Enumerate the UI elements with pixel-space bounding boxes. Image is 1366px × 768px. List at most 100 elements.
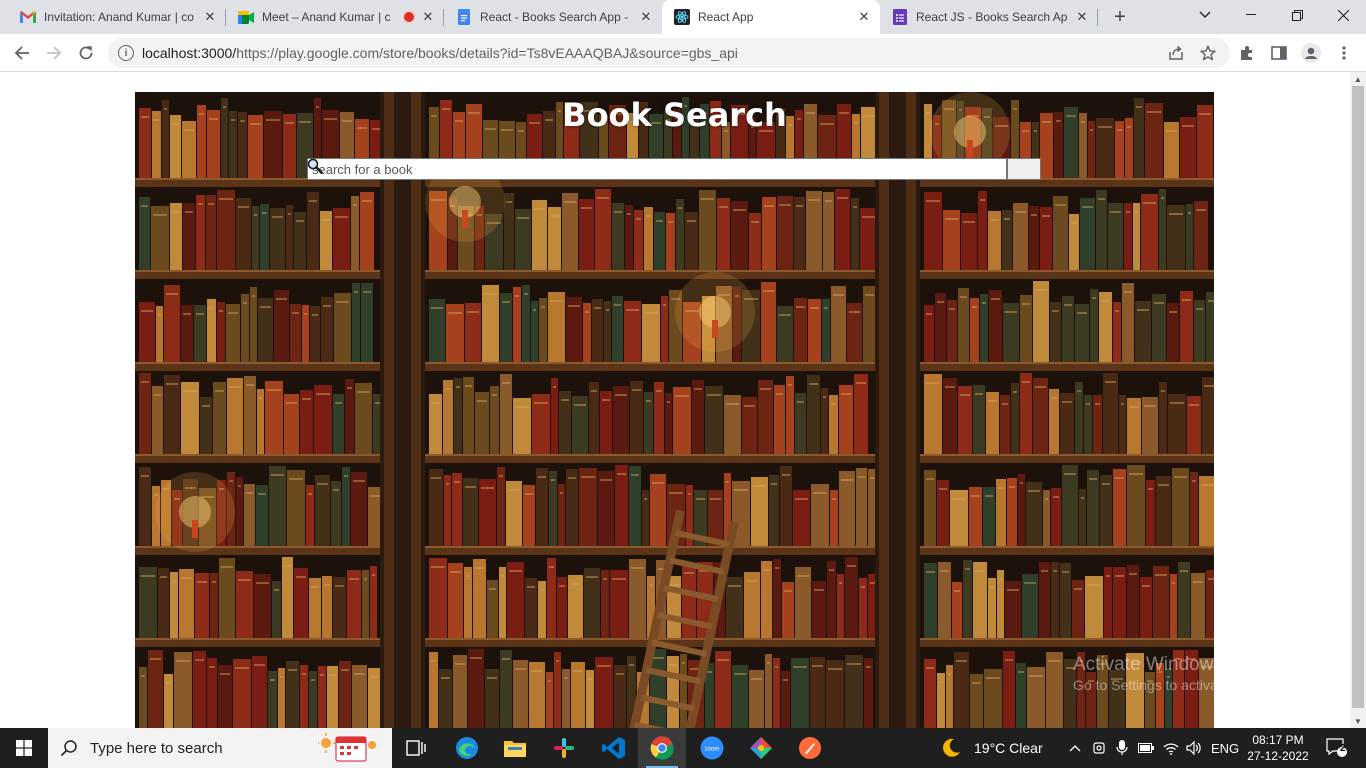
url-host: localhost:3000/ — [142, 45, 237, 61]
postman-icon — [799, 737, 821, 759]
weather-widget[interactable]: 19°C Clear — [940, 728, 1043, 768]
calendar-highlight-icon — [318, 733, 376, 762]
chevron-down-icon — [1199, 11, 1211, 18]
taskbar-edge[interactable] — [443, 728, 491, 768]
extensions-puzzle-icon[interactable] — [1237, 43, 1257, 63]
bookshelf-hero: Book Search — [135, 92, 1214, 728]
taskbar-vscode[interactable] — [590, 728, 638, 768]
close-icon — [1337, 9, 1349, 21]
page-viewport: Book Search Activate Windows Go to Setti… — [0, 72, 1350, 728]
search-icon — [60, 740, 77, 757]
tray-camera[interactable] — [1090, 728, 1108, 768]
search-input[interactable] — [307, 158, 1007, 180]
share-icon[interactable] — [1166, 43, 1186, 63]
back-button[interactable] — [8, 39, 36, 67]
taskbar-git-tool[interactable] — [737, 728, 785, 768]
close-icon[interactable]: ✕ — [420, 9, 436, 25]
profile-avatar-icon[interactable] — [1301, 43, 1321, 63]
tab-title: Meet – Anand Kumar | c — [262, 10, 391, 24]
zoom-icon: zoom — [700, 736, 724, 760]
scroll-up-arrow-icon[interactable]: ▲ — [1350, 72, 1366, 86]
task-view-icon — [406, 740, 426, 756]
taskbar-chrome[interactable] — [638, 728, 686, 768]
tab-meet[interactable]: Meet – Anand Kumar | c ✕ — [226, 0, 444, 34]
restore-button[interactable] — [1274, 0, 1320, 30]
side-panel-icon[interactable] — [1269, 43, 1289, 63]
page-scrollbar[interactable]: ▲ ▼ — [1350, 72, 1366, 728]
show-hidden-icons-button[interactable] — [1066, 728, 1084, 768]
tab-title: Invitation: Anand Kumar | co — [44, 10, 194, 24]
tab-gmail-invitation[interactable]: Invitation: Anand Kumar | co ✕ — [8, 0, 226, 34]
forms-icon — [892, 9, 908, 25]
tray-volume[interactable] — [1185, 728, 1203, 768]
taskbar-search-box[interactable]: Type here to search — [48, 728, 392, 768]
language-indicator[interactable]: ENG — [1211, 728, 1239, 768]
activate-windows-subtitle: Go to Settings to activate Windows. — [1073, 677, 1294, 693]
close-icon[interactable]: ✕ — [638, 9, 654, 25]
tab-forms[interactable]: React JS - Books Search App ✕ — [880, 0, 1098, 34]
minimize-button[interactable] — [1228, 0, 1274, 30]
task-view-button[interactable] — [392, 728, 440, 768]
clock-date: 27-12-2022 — [1247, 749, 1309, 763]
tab-strip: Invitation: Anand Kumar | co ✕ Meet – An… — [0, 0, 1366, 34]
windows-logo-icon — [16, 740, 32, 756]
browser-toolbar: i localhost:3000/https://play.google.com… — [0, 34, 1366, 72]
react-icon — [674, 9, 690, 25]
meet-icon — [238, 9, 254, 25]
tab-react-app[interactable]: React App ✕ — [662, 0, 880, 34]
clock-time: 08:17 PM — [1252, 733, 1304, 747]
tab-search-button[interactable] — [1182, 0, 1228, 30]
info-icon[interactable]: i — [118, 45, 134, 61]
scroll-down-arrow-icon[interactable]: ▼ — [1350, 714, 1366, 728]
tray-wifi[interactable] — [1162, 728, 1180, 768]
browser-menu-icon[interactable] — [1334, 43, 1354, 63]
camera-icon — [1093, 742, 1105, 754]
moon-icon — [943, 738, 960, 757]
weather-text: 19°C Clear — [974, 740, 1043, 756]
vscode-icon — [602, 737, 625, 759]
taskbar-file-explorer[interactable] — [491, 728, 539, 768]
chrome-icon — [650, 736, 674, 760]
arrow-left-icon — [14, 46, 29, 60]
close-icon[interactable]: ✕ — [1074, 9, 1090, 25]
slack-icon — [554, 738, 574, 758]
tab-title: React - Books Search App - C — [480, 10, 632, 24]
battery-icon — [1138, 743, 1154, 753]
close-icon[interactable]: ✕ — [202, 9, 218, 25]
bookmark-star-icon[interactable] — [1198, 43, 1218, 63]
activate-windows-title: Activate Windows — [1073, 654, 1223, 675]
recording-indicator-icon — [404, 12, 414, 22]
git-diamond-icon — [750, 737, 772, 759]
microphone-icon — [1116, 740, 1128, 755]
scrollbar-thumb[interactable] — [1352, 86, 1364, 708]
search-button[interactable] — [307, 158, 1041, 180]
search-form — [307, 158, 1041, 180]
tray-battery[interactable] — [1137, 728, 1155, 768]
notification-count: 2 — [1340, 743, 1346, 754]
bookshelf-background-image — [135, 92, 1214, 728]
edge-icon — [456, 737, 478, 759]
page-title: Book Search — [562, 96, 787, 134]
close-window-button[interactable] — [1320, 0, 1366, 30]
reload-button[interactable] — [72, 39, 100, 67]
magnifier-icon — [307, 158, 323, 174]
docs-icon — [456, 9, 472, 25]
new-tab-button[interactable]: + — [1108, 5, 1132, 29]
windows-taskbar: Type here to search zoom 19°C Clear ENG … — [0, 728, 1366, 768]
address-bar[interactable]: i localhost:3000/https://play.google.com… — [108, 38, 1230, 68]
start-button[interactable] — [0, 728, 48, 768]
forward-button[interactable] — [40, 39, 68, 67]
tab-separator — [1097, 9, 1098, 26]
close-icon[interactable]: ✕ — [856, 9, 872, 25]
tab-docs[interactable]: React - Books Search App - C ✕ — [444, 0, 662, 34]
taskbar-clock[interactable]: 08:17 PM 27-12-2022 — [1240, 732, 1316, 764]
url-text: localhost:3000/https://play.google.com/s… — [142, 45, 738, 61]
tray-microphone[interactable] — [1113, 728, 1131, 768]
url-path: https://play.google.com/store/books/deta… — [236, 45, 738, 61]
taskbar-postman[interactable] — [786, 728, 834, 768]
taskbar-slack[interactable] — [540, 728, 588, 768]
speaker-icon — [1186, 741, 1201, 755]
taskbar-zoom[interactable]: zoom — [688, 728, 736, 768]
chevron-up-icon — [1069, 745, 1081, 752]
notification-center-button[interactable]: 2 — [1322, 728, 1352, 768]
